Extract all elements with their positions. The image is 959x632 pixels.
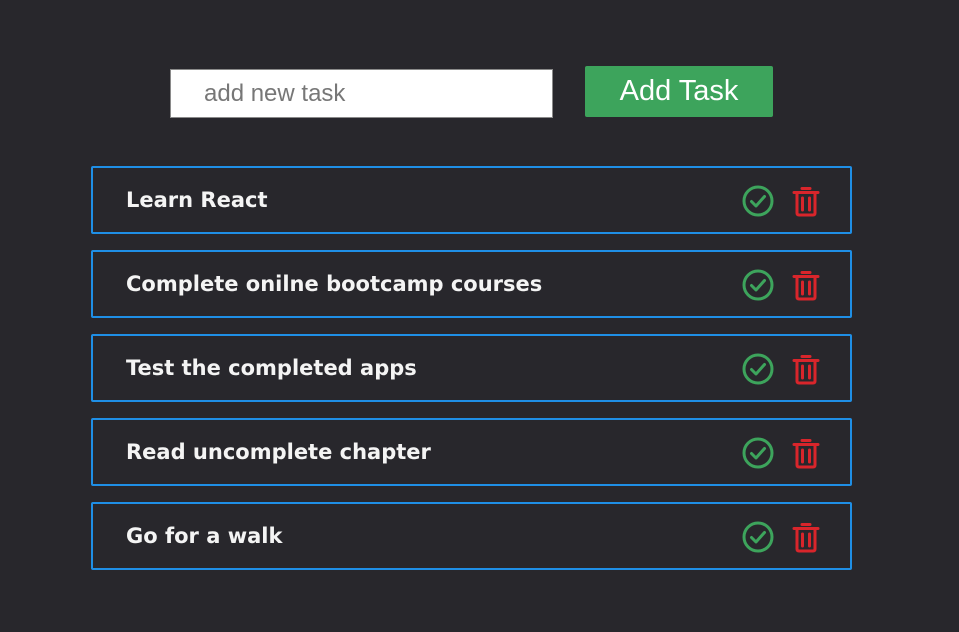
trash-icon[interactable] <box>789 352 823 386</box>
task-item: Test the completed apps <box>91 334 852 402</box>
check-circle-icon[interactable] <box>741 352 775 386</box>
task-item: Go for a walk <box>91 502 852 570</box>
check-circle-icon[interactable] <box>741 520 775 554</box>
task-label: Go for a walk <box>126 524 283 548</box>
new-task-input[interactable] <box>170 69 553 118</box>
check-circle-icon[interactable] <box>741 268 775 302</box>
trash-icon[interactable] <box>789 436 823 470</box>
trash-icon[interactable] <box>789 520 823 554</box>
task-item: Complete onilne bootcamp courses <box>91 250 852 318</box>
task-item: Read uncomplete chapter <box>91 418 852 486</box>
task-item: Learn React <box>91 166 852 234</box>
task-label: Read uncomplete chapter <box>126 440 431 464</box>
add-task-form: Add Task <box>0 0 959 130</box>
trash-icon[interactable] <box>789 184 823 218</box>
task-label: Learn React <box>126 188 268 212</box>
check-circle-icon[interactable] <box>741 436 775 470</box>
task-list: Learn React Complete onilne bootcamp cou… <box>91 166 852 586</box>
task-label: Test the completed apps <box>126 356 417 380</box>
check-circle-icon[interactable] <box>741 184 775 218</box>
add-task-button[interactable]: Add Task <box>585 66 773 117</box>
trash-icon[interactable] <box>789 268 823 302</box>
task-label: Complete onilne bootcamp courses <box>126 272 543 296</box>
